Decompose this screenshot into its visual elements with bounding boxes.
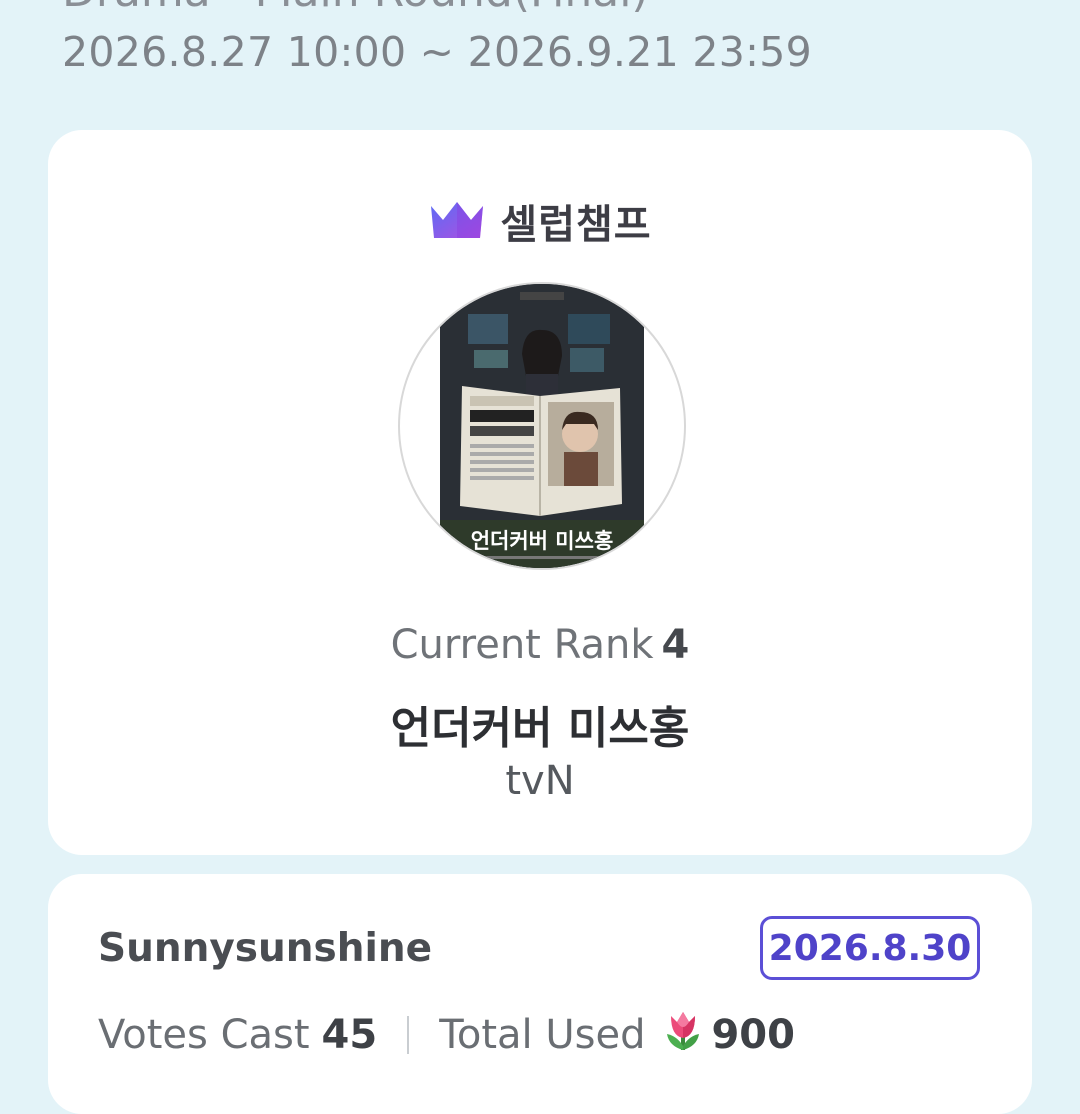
crown-icon bbox=[428, 198, 486, 244]
nominee-network: tvN bbox=[505, 758, 575, 804]
round-title: Drama - Main Round(Final) bbox=[62, 0, 649, 17]
total-used-label: Total Used bbox=[439, 1012, 646, 1058]
nominee-poster[interactable]: 언더커버 미쓰홍 bbox=[398, 282, 686, 570]
brand-header: 셀럽챔프 bbox=[48, 192, 1032, 250]
vote-history-card[interactable]: Sunnysunshine 2026.8.30 Votes Cast 45 To… bbox=[48, 874, 1032, 1114]
nominee-card: 셀럽챔프 언더커버 미쓰홍 Current Rank 4 언더커버 미쓰홍 tv… bbox=[48, 130, 1032, 855]
votes-cast-label: Votes Cast bbox=[98, 1012, 310, 1058]
rank-value: 4 bbox=[661, 622, 690, 668]
vote-stats: Votes Cast 45 Total Used 900 bbox=[98, 1006, 795, 1064]
nominee-title: 언더커버 미쓰홍 bbox=[390, 703, 690, 754]
poster-image: 언더커버 미쓰홍 bbox=[440, 284, 644, 568]
stats-divider bbox=[407, 1016, 410, 1054]
vote-period: 2026.8.27 10:00 ~ 2026.9.21 23:59 bbox=[62, 28, 813, 76]
poster-title-text: 언더커버 미쓰홍 bbox=[471, 529, 614, 553]
votes-cast-value: 45 bbox=[321, 1012, 378, 1058]
vote-date-badge: 2026.8.30 bbox=[760, 916, 980, 980]
brand-name: 셀럽챔프 bbox=[500, 202, 652, 248]
voter-name: Sunnysunshine bbox=[98, 926, 433, 971]
total-used-value: 900 bbox=[711, 1012, 795, 1058]
current-rank: Current Rank 4 bbox=[48, 622, 1032, 668]
rank-label: Current Rank bbox=[390, 622, 654, 668]
tulip-icon bbox=[659, 1006, 707, 1064]
